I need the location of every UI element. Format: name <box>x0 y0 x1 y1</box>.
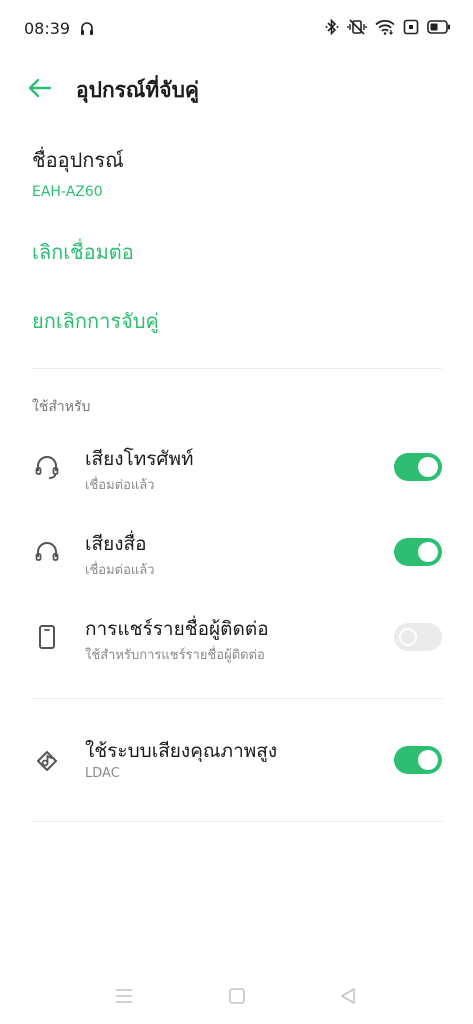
contact-sharing-toggle[interactable] <box>394 623 442 651</box>
menu-icon[interactable] <box>114 986 134 1006</box>
device-name-label: ชื่ออุปกรณ์ <box>32 148 124 172</box>
phone-icon <box>39 625 55 649</box>
media-audio-status: เชื่อมต่อแล้ว <box>85 563 155 578</box>
disconnect-button[interactable]: เลิกเชื่อมต่อ <box>32 236 134 268</box>
media-audio-toggle[interactable] <box>394 538 442 566</box>
divider <box>32 368 442 369</box>
status-bar: 08:39 <box>0 0 473 60</box>
use-for-section-header: ใช้สำหรับ <box>32 399 91 415</box>
home-icon[interactable] <box>227 986 247 1006</box>
phone-audio-title: เสียงโทรศัพท์ <box>85 448 194 470</box>
divider <box>32 821 442 822</box>
nfc-icon <box>403 19 419 35</box>
navigation-bar <box>0 980 473 1010</box>
media-audio-row[interactable]: เสียงสื่อ เชื่อมต่อแล้ว <box>0 529 473 589</box>
contact-sharing-row[interactable]: การแชร์รายชื่อผู้ติดต่อ ใช้สำหรับการแชร์… <box>0 614 473 674</box>
battery-icon <box>427 20 450 34</box>
back-triangle-icon[interactable] <box>338 986 358 1006</box>
phone-audio-toggle[interactable] <box>394 453 442 481</box>
wifi-icon <box>375 20 395 35</box>
phone-audio-status: เชื่อมต่อแล้ว <box>85 478 155 493</box>
phone-audio-row[interactable]: เสียงโทรศัพท์ เชื่อมต่อแล้ว <box>0 444 473 504</box>
hd-audio-codec: LDAC <box>85 766 120 781</box>
headphones-status-icon <box>81 22 93 35</box>
page-title: อุปกรณ์ที่จับคู่ <box>76 78 199 102</box>
contact-sharing-title: การแชร์รายชื่อผู้ติดต่อ <box>85 618 269 640</box>
toggle-knob <box>418 750 438 770</box>
bluetooth-icon <box>325 18 339 36</box>
vibrate-icon <box>347 19 367 35</box>
device-name-setting[interactable]: ชื่ออุปกรณ์ EAH-AZ60 <box>32 144 442 204</box>
status-icons <box>325 18 451 36</box>
hd-audio-icon <box>37 751 57 771</box>
unpair-button[interactable]: ยกเลิกการจับคู่ <box>32 305 159 337</box>
toggle-knob <box>418 457 438 477</box>
hd-audio-toggle[interactable] <box>394 746 442 774</box>
media-audio-title: เสียงสื่อ <box>85 533 147 555</box>
toggle-knob <box>399 628 417 646</box>
headset-icon <box>35 456 59 479</box>
hd-audio-title: ใช้ระบบเสียงคุณภาพสูง <box>85 740 278 762</box>
hd-audio-row[interactable]: ใช้ระบบเสียงคุณภาพสูง LDAC <box>0 736 473 796</box>
contact-sharing-description: ใช้สำหรับการแชร์รายชื่อผู้ติดต่อ <box>85 648 265 663</box>
top-bar: อุปกรณ์ที่จับคู่ <box>0 66 473 110</box>
divider <box>32 698 442 699</box>
device-name-value: EAH-AZ60 <box>32 184 103 200</box>
status-time: 08:39 <box>24 19 71 38</box>
back-arrow-icon[interactable] <box>26 74 54 102</box>
toggle-knob <box>418 542 438 562</box>
headphones-icon <box>35 542 59 561</box>
